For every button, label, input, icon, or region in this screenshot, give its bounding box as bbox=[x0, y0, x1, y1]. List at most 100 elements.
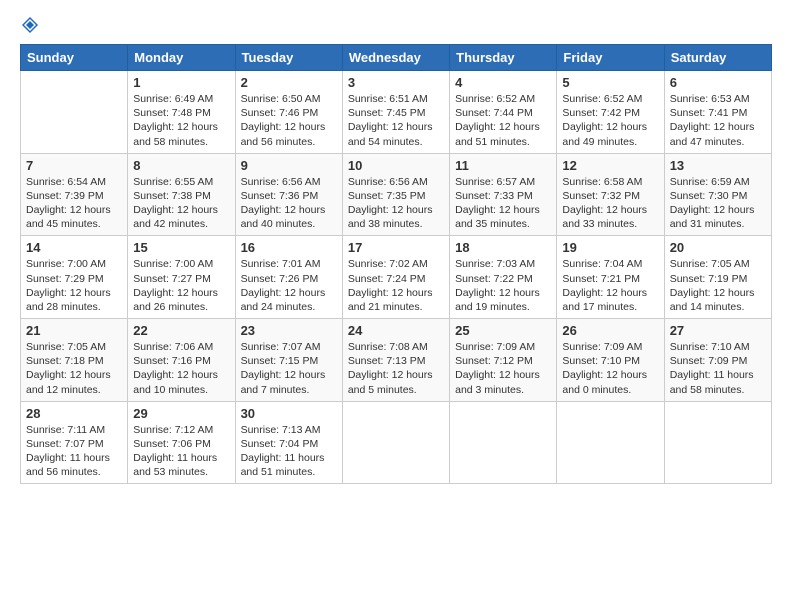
calendar-cell: 26Sunrise: 7:09 AM Sunset: 7:10 PM Dayli… bbox=[557, 319, 664, 402]
day-number: 2 bbox=[241, 75, 337, 90]
day-info: Sunrise: 7:03 AM Sunset: 7:22 PM Dayligh… bbox=[455, 257, 551, 314]
day-info: Sunrise: 6:56 AM Sunset: 7:35 PM Dayligh… bbox=[348, 175, 444, 232]
day-number: 9 bbox=[241, 158, 337, 173]
calendar-cell: 29 Sunrise: 7:12 AM Sunset: 7:06 PM Dayli… bbox=[128, 401, 235, 484]
day-number: 20 bbox=[670, 240, 766, 255]
calendar-cell: 2 Sunrise: 6:50 AM Sunset: 7:46 PM Daylig… bbox=[235, 71, 342, 154]
calendar-cell: 4 Sunrise: 6:52 AM Sunset: 7:44 PM Daylig… bbox=[450, 71, 557, 154]
calendar-cell: 13 Sunrise: 6:59 AM Sunset: 7:30 PM Dayli… bbox=[664, 153, 771, 236]
calendar-cell: 25 Sunrise: 7:09 AM Sunset: 7:12 PM Dayli… bbox=[450, 319, 557, 402]
day-number: 12 bbox=[562, 158, 658, 173]
calendar-cell: 18 Sunrise: 7:03 AM Sunset: 7:22 PM Dayli… bbox=[450, 236, 557, 319]
calendar-cell: 19 Sunrise: 7:04 AM Sunset: 7:21 PM Dayli… bbox=[557, 236, 664, 319]
day-number: 26 bbox=[562, 323, 658, 338]
day-number: 23 bbox=[241, 323, 337, 338]
calendar-cell: 3 Sunrise: 6:51 AM Sunset: 7:45 PM Daylig… bbox=[342, 71, 449, 154]
day-number: 27 bbox=[670, 323, 766, 338]
day-info: Sunrise: 6:56 AM Sunset: 7:36 PM Dayligh… bbox=[241, 175, 337, 232]
weekday-header: Thursday bbox=[450, 45, 557, 71]
day-info: Sunrise: 7:04 AM Sunset: 7:21 PM Dayligh… bbox=[562, 257, 658, 314]
day-number: 4 bbox=[455, 75, 551, 90]
calendar-table: SundayMondayTuesdayWednesdayThursdayFrid… bbox=[20, 44, 772, 484]
day-info: Sunrise: 7:05 AM Sunset: 7:19 PM Dayligh… bbox=[670, 257, 766, 314]
calendar-cell bbox=[21, 71, 128, 154]
calendar-cell: 20 Sunrise: 7:05 AM Sunset: 7:19 PM Dayli… bbox=[664, 236, 771, 319]
day-number: 16 bbox=[241, 240, 337, 255]
day-info: Sunrise: 7:06 AM Sunset: 7:16 PM Dayligh… bbox=[133, 340, 229, 397]
day-number: 13 bbox=[670, 158, 766, 173]
day-info: Sunrise: 7:11 AM Sunset: 7:07 PM Dayligh… bbox=[26, 423, 122, 480]
calendar-week-row: 28 Sunrise: 7:11 AM Sunset: 7:07 PM Dayli… bbox=[21, 401, 772, 484]
calendar-cell: 21 Sunrise: 7:05 AM Sunset: 7:18 PM Dayli… bbox=[21, 319, 128, 402]
calendar-cell: 7 Sunrise: 6:54 AM Sunset: 7:39 PM Daylig… bbox=[21, 153, 128, 236]
calendar-cell: 17 Sunrise: 7:02 AM Sunset: 7:24 PM Dayli… bbox=[342, 236, 449, 319]
day-number: 22 bbox=[133, 323, 229, 338]
calendar-cell bbox=[557, 401, 664, 484]
calendar-cell: 28 Sunrise: 7:11 AM Sunset: 7:07 PM Dayli… bbox=[21, 401, 128, 484]
weekday-header: Sunday bbox=[21, 45, 128, 71]
day-number: 29 bbox=[133, 406, 229, 421]
day-number: 14 bbox=[26, 240, 122, 255]
day-info: Sunrise: 6:57 AM Sunset: 7:33 PM Dayligh… bbox=[455, 175, 551, 232]
day-number: 18 bbox=[455, 240, 551, 255]
day-info: Sunrise: 6:59 AM Sunset: 7:30 PM Dayligh… bbox=[670, 175, 766, 232]
day-info: Sunrise: 6:58 AM Sunset: 7:32 PM Dayligh… bbox=[562, 175, 658, 232]
day-info: Sunrise: 6:52 AM Sunset: 7:44 PM Dayligh… bbox=[455, 92, 551, 149]
day-info: Sunrise: 7:10 AM Sunset: 7:09 PM Dayligh… bbox=[670, 340, 766, 397]
day-info: Sunrise: 6:53 AM Sunset: 7:41 PM Dayligh… bbox=[670, 92, 766, 149]
calendar-cell: 22 Sunrise: 7:06 AM Sunset: 7:16 PM Dayli… bbox=[128, 319, 235, 402]
calendar-cell: 9 Sunrise: 6:56 AM Sunset: 7:36 PM Daylig… bbox=[235, 153, 342, 236]
calendar-header-row: SundayMondayTuesdayWednesdayThursdayFrid… bbox=[21, 45, 772, 71]
day-info: Sunrise: 6:51 AM Sunset: 7:45 PM Dayligh… bbox=[348, 92, 444, 149]
day-number: 19 bbox=[562, 240, 658, 255]
day-number: 11 bbox=[455, 158, 551, 173]
calendar-cell: 11 Sunrise: 6:57 AM Sunset: 7:33 PM Dayli… bbox=[450, 153, 557, 236]
calendar-week-row: 7 Sunrise: 6:54 AM Sunset: 7:39 PM Daylig… bbox=[21, 153, 772, 236]
day-info: Sunrise: 6:50 AM Sunset: 7:46 PM Dayligh… bbox=[241, 92, 337, 149]
day-info: Sunrise: 7:01 AM Sunset: 7:26 PM Dayligh… bbox=[241, 257, 337, 314]
weekday-header: Monday bbox=[128, 45, 235, 71]
day-number: 8 bbox=[133, 158, 229, 173]
calendar-cell bbox=[664, 401, 771, 484]
day-number: 25 bbox=[455, 323, 551, 338]
day-info: Sunrise: 6:54 AM Sunset: 7:39 PM Dayligh… bbox=[26, 175, 122, 232]
weekday-header: Friday bbox=[557, 45, 664, 71]
calendar-cell: 6 Sunrise: 6:53 AM Sunset: 7:41 PM Daylig… bbox=[664, 71, 771, 154]
day-info: Sunrise: 7:02 AM Sunset: 7:24 PM Dayligh… bbox=[348, 257, 444, 314]
logo-text bbox=[20, 16, 40, 34]
day-number: 1 bbox=[133, 75, 229, 90]
calendar-cell: 16 Sunrise: 7:01 AM Sunset: 7:26 PM Dayli… bbox=[235, 236, 342, 319]
calendar-week-row: 21 Sunrise: 7:05 AM Sunset: 7:18 PM Dayli… bbox=[21, 319, 772, 402]
day-number: 17 bbox=[348, 240, 444, 255]
day-info: Sunrise: 6:49 AM Sunset: 7:48 PM Dayligh… bbox=[133, 92, 229, 149]
day-number: 10 bbox=[348, 158, 444, 173]
calendar-cell: 12 Sunrise: 6:58 AM Sunset: 7:32 PM Dayli… bbox=[557, 153, 664, 236]
day-number: 21 bbox=[26, 323, 122, 338]
calendar-cell: 30Sunrise: 7:13 AM Sunset: 7:04 PM Dayli… bbox=[235, 401, 342, 484]
day-number: 28 bbox=[26, 406, 122, 421]
day-info: Sunrise: 7:05 AM Sunset: 7:18 PM Dayligh… bbox=[26, 340, 122, 397]
day-info: Sunrise: 7:07 AM Sunset: 7:15 PM Dayligh… bbox=[241, 340, 337, 397]
day-info: Sunrise: 7:12 AM Sunset: 7:06 PM Dayligh… bbox=[133, 423, 229, 480]
day-number: 6 bbox=[670, 75, 766, 90]
day-info: Sunrise: 6:52 AM Sunset: 7:42 PM Dayligh… bbox=[562, 92, 658, 149]
calendar-cell: 5 Sunrise: 6:52 AM Sunset: 7:42 PM Daylig… bbox=[557, 71, 664, 154]
day-info: Sunrise: 6:55 AM Sunset: 7:38 PM Dayligh… bbox=[133, 175, 229, 232]
logo bbox=[20, 16, 40, 34]
calendar-cell: 1 Sunrise: 6:49 AM Sunset: 7:48 PM Daylig… bbox=[128, 71, 235, 154]
calendar-cell: 14Sunrise: 7:00 AM Sunset: 7:29 PM Dayli… bbox=[21, 236, 128, 319]
day-info: Sunrise: 7:00 AM Sunset: 7:27 PM Dayligh… bbox=[133, 257, 229, 314]
weekday-header: Wednesday bbox=[342, 45, 449, 71]
day-number: 5 bbox=[562, 75, 658, 90]
calendar-cell bbox=[342, 401, 449, 484]
calendar-cell: 24Sunrise: 7:08 AM Sunset: 7:13 PM Dayli… bbox=[342, 319, 449, 402]
page: SundayMondayTuesdayWednesdayThursdayFrid… bbox=[0, 0, 792, 612]
day-number: 3 bbox=[348, 75, 444, 90]
weekday-header: Tuesday bbox=[235, 45, 342, 71]
day-info: Sunrise: 7:09 AM Sunset: 7:12 PM Dayligh… bbox=[455, 340, 551, 397]
day-number: 7 bbox=[26, 158, 122, 173]
calendar-week-row: 14Sunrise: 7:00 AM Sunset: 7:29 PM Dayli… bbox=[21, 236, 772, 319]
calendar-cell: 27 Sunrise: 7:10 AM Sunset: 7:09 PM Dayli… bbox=[664, 319, 771, 402]
day-number: 30 bbox=[241, 406, 337, 421]
calendar-cell: 8 Sunrise: 6:55 AM Sunset: 7:38 PM Daylig… bbox=[128, 153, 235, 236]
